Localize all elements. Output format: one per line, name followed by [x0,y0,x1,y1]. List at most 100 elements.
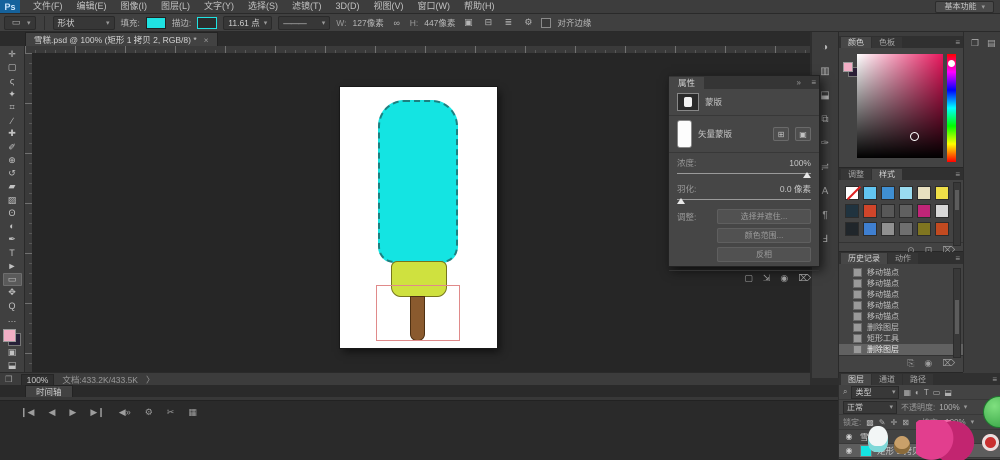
load-selection-icon[interactable]: ▢ [744,273,753,284]
history-step[interactable]: 移动锚点 [839,289,963,300]
zoom-level-field[interactable]: 100% [21,374,55,386]
invert-button[interactable]: 反相 [717,247,811,262]
select-and-mask-button[interactable]: 选择并遮住... [717,209,811,224]
tab-channels[interactable]: 通道 [872,374,902,385]
menu-help[interactable]: 帮助(H) [457,0,502,13]
add-vector-mask-button[interactable]: ▣ [795,127,811,141]
menu-3d[interactable]: 3D(D) [329,0,367,13]
stroke-type-select[interactable]: ——— ▾ [278,16,330,30]
history-step[interactable]: 移动锚点 [839,267,963,278]
panel-menu-icon[interactable]: ≡ [955,170,960,179]
clone-stamp-tool[interactable]: ⊕ [3,154,22,167]
style-swatch[interactable] [935,186,949,200]
tab-styles[interactable]: 样式 [872,169,902,180]
screen-mode-button[interactable]: ⬓ [3,359,22,372]
first-frame-button[interactable]: ❙◀ [20,407,34,418]
filter-smart-object-icon[interactable]: ⬓ [944,388,952,397]
blend-mode-select[interactable]: 正常▾ [843,401,897,414]
density-value[interactable]: 100% [789,158,811,168]
previous-frame-button[interactable]: ◀ [48,407,55,418]
foreground-color-swatch[interactable] [3,329,16,342]
path-arrangement-button[interactable]: ≣ [501,17,515,29]
zoom-tool[interactable]: Q [3,299,22,312]
properties-tab[interactable]: 属性 [669,77,704,89]
filter-type-icon[interactable]: T [924,388,929,397]
play-button[interactable]: ▶ [69,407,76,418]
tab-adjustments[interactable]: 调整 [841,169,871,180]
history-brush-tool[interactable]: ↺ [3,167,22,180]
chevron-down-icon[interactable]: ▾ [964,403,968,411]
layer-filter-select[interactable]: 类型▾ [851,386,899,399]
tab-swatches[interactable]: 色板 [872,37,902,48]
link-dimensions-icon[interactable]: ∞ [390,17,404,29]
scrollbar[interactable] [953,182,961,246]
menu-type[interactable]: 文字(Y) [197,0,241,13]
menu-file[interactable]: 文件(F) [26,0,70,13]
mini-color-wells[interactable] [843,62,855,74]
rectangle-tool[interactable]: ▭ [3,273,22,286]
filter-pixel-icon[interactable]: ▦ [903,388,911,397]
timeline-settings-gear-icon[interactable]: ⚙ [145,407,153,418]
filter-adjustment-icon[interactable]: ◐ [915,388,920,397]
more-tools-button[interactable]: … [3,312,22,325]
workspace-switcher[interactable]: 基本功能 ▾ [935,1,994,13]
history-step[interactable]: 移动锚点 [839,278,963,289]
tab-color[interactable]: 颜色 [841,37,871,48]
tool-preset-picker[interactable]: ▭ ▾ [4,16,36,30]
quick-mask-button[interactable]: ▣ [3,346,22,359]
menu-layer[interactable]: 图层(L) [154,0,197,13]
height-value[interactable]: 447像素 [424,17,455,29]
dock-menu-icon[interactable]: ▤ [987,38,996,49]
adjustments-icon[interactable]: ◑ [817,40,834,55]
next-frame-button[interactable]: ▶❙ [90,407,104,418]
scrollbar[interactable] [953,268,961,358]
stroke-width-field[interactable]: 11.61 点 ▾ [223,16,272,30]
panel-menu-icon[interactable]: ≡ [811,78,816,87]
style-swatch[interactable] [899,204,913,218]
feather-slider-thumb[interactable] [677,198,685,204]
menu-window[interactable]: 窗口(W) [411,0,458,13]
marquee-tool[interactable]: ▢ [3,61,22,74]
style-swatch[interactable] [935,222,949,236]
menu-edit[interactable]: 编辑(E) [70,0,114,13]
collapse-icon[interactable]: » [797,78,801,87]
panel-menu-icon[interactable]: ≡ [992,375,997,384]
mask-visibility-eye-icon[interactable]: ◉ [780,273,788,284]
style-swatch[interactable] [917,204,931,218]
popsicle-body-shape[interactable] [378,100,458,263]
tool-mode-select[interactable]: 形状 ▾ [53,16,115,30]
quick-selection-tool[interactable]: ✦ [3,88,22,101]
style-swatch[interactable] [881,186,895,200]
type-tool[interactable]: T [3,246,22,259]
opacity-value[interactable]: 100% [939,403,959,412]
saturation-brightness-field[interactable] [857,54,943,158]
menu-select[interactable]: 选择(S) [241,0,285,13]
split-clip-scissors-icon[interactable]: ✂ [167,407,175,418]
tab-actions[interactable]: 动作 [888,253,918,264]
feather-value[interactable]: 0.0 像素 [780,183,811,195]
history-step[interactable]: 删除图层 [839,322,963,333]
crop-tool[interactable]: ⌗ [3,101,22,114]
style-swatch[interactable] [917,186,931,200]
stroke-color-swatch[interactable] [197,17,217,29]
menu-filter[interactable]: 滤镜(T) [285,0,329,13]
close-icon[interactable]: × [204,35,209,45]
tab-paths[interactable]: 路径 [903,374,933,385]
path-alignment-button[interactable]: ⊟ [481,17,495,29]
style-swatch[interactable] [845,204,859,218]
align-edges-checkbox[interactable] [541,18,551,28]
width-value[interactable]: 127像素 [353,17,384,29]
color-wells[interactable] [3,329,21,346]
style-swatch[interactable] [863,186,877,200]
blur-tool[interactable]: ʘ [3,207,22,220]
tab-history[interactable]: 历史记录 [841,253,887,264]
hue-slider[interactable] [947,54,956,162]
hand-tool[interactable]: ✥ [3,286,22,299]
rectangle-shape-outline[interactable] [376,285,460,341]
status-arrow-icon[interactable]: 〉 [146,374,155,386]
style-swatch[interactable] [863,222,877,236]
brush-tool[interactable]: ✐ [3,141,22,154]
dodge-tool[interactable]: ◐ [3,220,22,233]
vector-mask-thumbnail[interactable] [677,120,692,148]
mini-foreground-swatch[interactable] [843,62,853,72]
